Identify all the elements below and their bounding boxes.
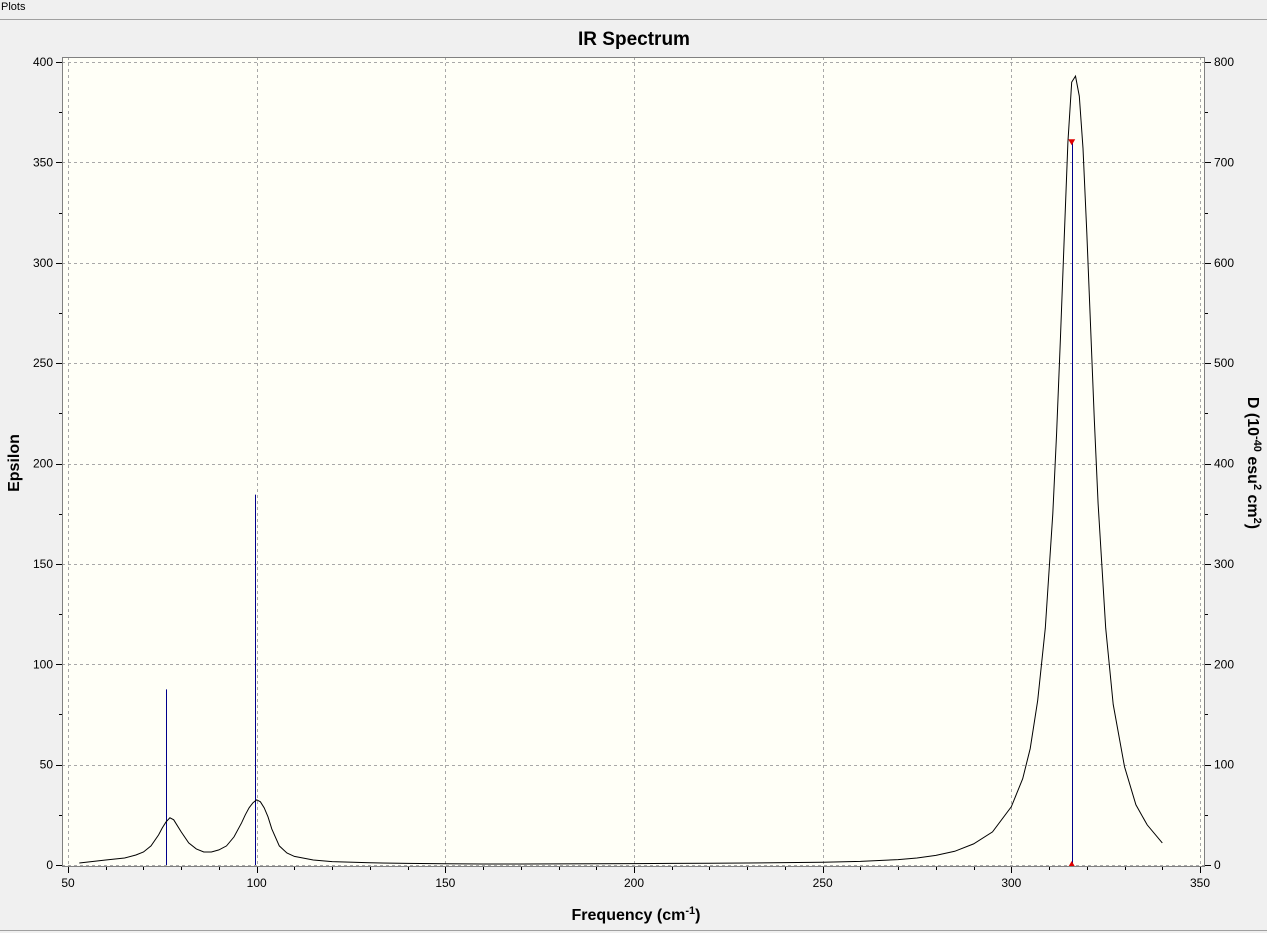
y-axis-label: Epsilon: [6, 434, 23, 492]
x-tick-label: 150: [435, 876, 455, 890]
y2-tick-label: 600: [1214, 256, 1234, 270]
ir-spectrum-chart: 50 100 150 200 250 300 350 0 50 100 150 200 250 300 3…: [6, 29, 1263, 924]
plot-area: [62, 57, 1205, 867]
y2-tick-label: 800: [1214, 55, 1234, 69]
y2-tick-label: 400: [1214, 457, 1234, 471]
y-tick-label: 300: [33, 256, 53, 270]
x-tick-label: 100: [247, 876, 267, 890]
y-tick-label: 400: [33, 55, 53, 69]
x-tick-label: 50: [61, 876, 75, 890]
y-tick-label: 350: [33, 155, 53, 169]
y2-tick-label: 0: [1214, 858, 1221, 872]
y-tick-label: 50: [40, 758, 54, 772]
y2-tick-label: 100: [1214, 758, 1234, 772]
y-tick-label: 0: [46, 858, 53, 872]
y2-axis-label: D (10-40 esu2 cm2): [1244, 397, 1263, 529]
y2-axis-ticks: 0 100 200 300 400 500 600 700 800: [1205, 55, 1234, 872]
y-axis-ticks: 0 50 100 150 200 250 300 350 400: [33, 55, 62, 872]
x-tick-label: 350: [1190, 876, 1210, 890]
y-tick-label: 150: [33, 557, 53, 571]
x-axis-ticks: 50 100 150 200 250 300 350: [61, 867, 1210, 890]
x-tick-label: 250: [813, 876, 833, 890]
y-tick-label: 250: [33, 356, 53, 370]
y2-tick-label: 500: [1214, 356, 1234, 370]
menu-item-plots[interactable]: Plots: [1, 1, 25, 13]
chart-title: IR Spectrum: [578, 29, 690, 50]
x-tick-label: 200: [624, 876, 644, 890]
x-tick-label: 300: [1001, 876, 1021, 890]
y-tick-label: 200: [33, 457, 53, 471]
y2-tick-label: 300: [1214, 557, 1234, 571]
x-axis-label: Frequency (cm-1): [572, 905, 701, 924]
y-tick-label: 100: [33, 657, 53, 671]
menu-bar: Plots: [0, 0, 1267, 20]
y2-tick-label: 700: [1214, 155, 1234, 169]
y2-tick-label: 200: [1214, 657, 1234, 671]
bottom-divider: [0, 930, 1267, 931]
